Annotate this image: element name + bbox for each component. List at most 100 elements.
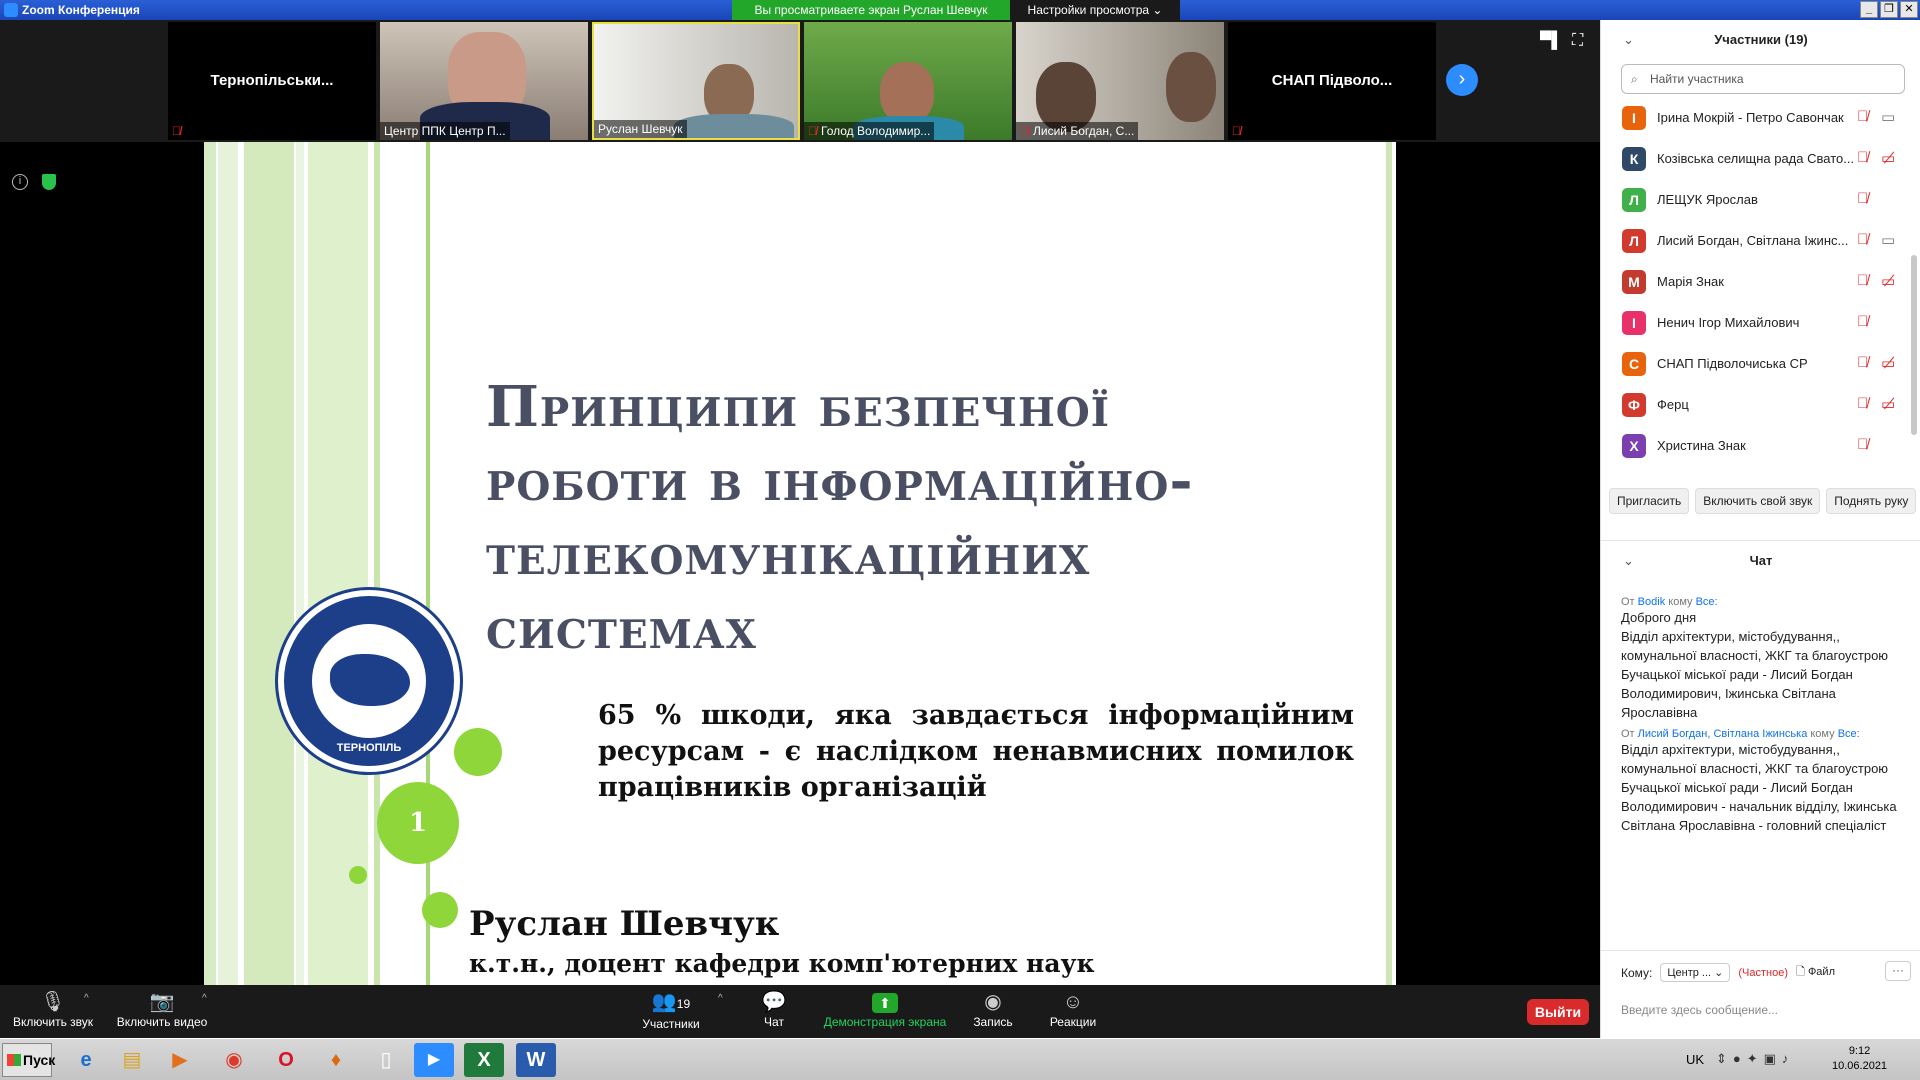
chat-to[interactable]: Все: bbox=[1696, 596, 1718, 608]
zoom-taskbar-icon[interactable]: ▶ bbox=[414, 1043, 454, 1077]
chat-button[interactable]: 💬 Чат bbox=[754, 989, 794, 1029]
record-button[interactable]: ◉ Запись bbox=[968, 989, 1018, 1029]
chat-from[interactable]: Bodik bbox=[1638, 596, 1666, 608]
chat-message-meta: От Лисий Богдан, Світлана Іжинська кому … bbox=[1621, 728, 1913, 740]
participant-tile[interactable]: СНАП Підволо... 🎙̸ bbox=[1228, 22, 1436, 140]
mic-muted-icon: 🎙̸ bbox=[172, 124, 181, 138]
internet-explorer-icon[interactable]: e bbox=[66, 1043, 106, 1077]
chat-from[interactable]: Лисий Богдан, Світлана Іжинська bbox=[1638, 728, 1808, 740]
pdf-reader-icon[interactable]: ♦ bbox=[316, 1043, 356, 1077]
tile-label: Лисий Богдан, С... bbox=[1033, 124, 1135, 138]
participant-search-input[interactable]: ⌕ Найти участника bbox=[1621, 64, 1905, 94]
next-page-arrow-icon[interactable]: › bbox=[1446, 64, 1478, 96]
decor-dot bbox=[454, 728, 502, 776]
search-icon: ⌕ bbox=[1631, 72, 1638, 86]
share-screen-button[interactable]: ⬆ Демонстрация экрана bbox=[820, 989, 950, 1029]
tray-icons[interactable]: ⇕●✦▣♪ bbox=[1716, 1051, 1794, 1067]
shared-screen: Принципи безпечної роботи в інформаційно… bbox=[0, 142, 1600, 985]
view-settings-button[interactable]: Настройки просмотра ⌄ bbox=[1010, 0, 1180, 21]
raise-hand-button[interactable]: Поднять руку bbox=[1826, 488, 1917, 514]
opera-icon[interactable]: O bbox=[266, 1043, 306, 1077]
chat-messages: От Bodik кому Все: Доброго дня Відділ арх… bbox=[1621, 590, 1913, 835]
slide-quote: 65 % шкоди, яка завдається інформаційним… bbox=[598, 700, 1354, 803]
avatar: І bbox=[1622, 311, 1646, 335]
excel-icon[interactable]: X bbox=[464, 1043, 504, 1077]
file-button[interactable]: 🗋 Файл bbox=[1796, 963, 1835, 982]
participants-scrollbar[interactable] bbox=[1911, 255, 1917, 435]
participant-video-tile-active[interactable]: Руслан Шевчук bbox=[592, 22, 800, 140]
participant-row[interactable]: Ф Ферц 🎙̸ ▭̸ bbox=[1601, 385, 1913, 426]
chat-message-input[interactable]: Введите здесь сообщение... bbox=[1621, 1003, 1778, 1017]
camera-off-icon: ▭̸ bbox=[1881, 355, 1896, 372]
slide-stripe bbox=[296, 142, 304, 985]
zoom-app-icon bbox=[4, 3, 18, 17]
window-controls: _ ❐ ✕ bbox=[1860, 1, 1918, 18]
participant-actions: Пригласить Включить свой звук Поднять ру… bbox=[1609, 488, 1917, 514]
participant-row[interactable]: Х Христина Знак 🎙̸ bbox=[1601, 426, 1913, 467]
participant-tile[interactable]: Тернопільськи... 🎙̸ bbox=[168, 22, 376, 140]
slide-number: 1 bbox=[377, 782, 459, 864]
leave-button[interactable]: Выйти bbox=[1527, 999, 1589, 1025]
tile-name: Тернопільськи... bbox=[210, 72, 334, 89]
mic-muted-icon: 🎙̸ bbox=[1857, 108, 1869, 125]
minimize-button[interactable]: _ bbox=[1860, 1, 1878, 18]
participant-video-tile[interactable]: Центр ППК Центр П... bbox=[380, 22, 588, 140]
fullscreen-icon[interactable]: ⛶ bbox=[1572, 32, 1583, 50]
audio-options-caret-icon[interactable]: ^ bbox=[84, 993, 89, 1004]
close-button[interactable]: ✕ bbox=[1900, 1, 1918, 18]
unmute-label: Включить звук bbox=[12, 1015, 94, 1029]
video-person bbox=[1166, 52, 1216, 122]
media-player-icon[interactable]: ▶ bbox=[160, 1043, 200, 1077]
camera-off-icon: 📷 bbox=[149, 991, 175, 1013]
chat-to[interactable]: Все: bbox=[1838, 728, 1860, 740]
participant-video-tile[interactable]: 🎙̸ Лисий Богдан, С... bbox=[1016, 22, 1224, 140]
participant-name: ЛЕЩУК Ярослав bbox=[1657, 192, 1758, 207]
reactions-button[interactable]: ☺ Реакции bbox=[1046, 989, 1100, 1029]
participant-row[interactable]: М Марія Знак 🎙̸ ▭̸ bbox=[1601, 262, 1913, 303]
unmute-me-button[interactable]: Включить свой звук bbox=[1695, 488, 1821, 514]
participant-row[interactable]: К Козівська селищна рада Свато... 🎙̸ ▭̸ bbox=[1601, 139, 1913, 180]
camera-off-icon: ▭̸ bbox=[1881, 273, 1896, 290]
language-indicator[interactable]: UK bbox=[1686, 1052, 1704, 1067]
info-icon[interactable]: i bbox=[12, 174, 28, 190]
system-clock[interactable]: 9:12 10.06.2021 bbox=[1832, 1044, 1887, 1074]
file-explorer-icon[interactable]: ▤ bbox=[112, 1043, 152, 1077]
tile-label: Голод Володимир... bbox=[821, 124, 931, 138]
mic-muted-icon: 🎙̸ bbox=[1857, 395, 1869, 412]
camera-off-icon: ▭̸ bbox=[1881, 396, 1896, 413]
participants-icon: 👥19 bbox=[651, 991, 691, 1013]
meeting-toolbar: 🎙 Включить звук ^ 📷 Включить видео ^ 👥19… bbox=[0, 985, 1600, 1038]
start-button[interactable]: Пуск bbox=[2, 1043, 55, 1077]
participant-row[interactable]: Л ЛЕЩУК Ярослав 🎙̸ bbox=[1601, 180, 1913, 221]
collapse-chevron-icon[interactable]: ⌄ bbox=[1623, 20, 1634, 60]
chrome-icon[interactable]: ◉ bbox=[214, 1043, 254, 1077]
participants-button[interactable]: 👥19 Участники bbox=[636, 989, 706, 1031]
chat-title: Чат bbox=[1749, 553, 1773, 568]
participant-row[interactable]: С СНАП Підволочиська СР 🎙̸ ▭̸ bbox=[1601, 344, 1913, 385]
recipient-select[interactable]: Центр ... ⌄ bbox=[1660, 963, 1731, 982]
restore-button[interactable]: ❐ bbox=[1880, 1, 1898, 18]
invite-button[interactable]: Пригласить bbox=[1609, 488, 1690, 514]
participant-row[interactable]: І Ірина Мокрій - Петро Савончак 🎙̸ ▭ bbox=[1601, 98, 1913, 139]
meeting-stage: Тернопільськи... 🎙̸ Центр ППК Центр П...… bbox=[0, 20, 1600, 985]
mic-muted-icon: 🎙̸ bbox=[1857, 272, 1869, 289]
participant-name: Козівська селищна рада Свато... bbox=[1657, 151, 1855, 166]
layout-toggle-icon[interactable]: ▀▌ bbox=[1540, 32, 1563, 50]
video-options-caret-icon[interactable]: ^ bbox=[202, 993, 207, 1004]
participant-row[interactable]: І Ненич Ігор Михайлович 🎙̸ bbox=[1601, 303, 1913, 344]
collapse-chevron-icon[interactable]: ⌄ bbox=[1623, 541, 1634, 581]
participants-caret-icon[interactable]: ^ bbox=[718, 993, 723, 1004]
participant-name: Ненич Ігор Михайлович bbox=[1657, 315, 1800, 330]
camera-off-icon: ▭̸ bbox=[1881, 150, 1896, 167]
start-video-button[interactable]: 📷 Включить видео bbox=[112, 989, 212, 1029]
slide-author-role: к.т.н., доцент кафедри комп'ютерних наук bbox=[469, 949, 1095, 978]
more-options-icon[interactable]: ··· bbox=[1885, 961, 1911, 981]
blank-document-icon[interactable]: ▯ bbox=[366, 1043, 406, 1077]
participant-row[interactable]: Л Лисий Богдан, Світлана Іжинс... 🎙̸ ▭ bbox=[1601, 221, 1913, 262]
participant-name: Лисий Богдан, Світлана Іжинс... bbox=[1657, 233, 1849, 248]
word-icon[interactable]: W bbox=[516, 1043, 556, 1077]
encryption-shield-icon[interactable] bbox=[42, 174, 56, 190]
participant-video-tile[interactable]: 🎙̸ Голод Володимир... bbox=[804, 22, 1012, 140]
ukraine-map-icon bbox=[330, 654, 410, 706]
file-label: Файл bbox=[1807, 966, 1835, 978]
